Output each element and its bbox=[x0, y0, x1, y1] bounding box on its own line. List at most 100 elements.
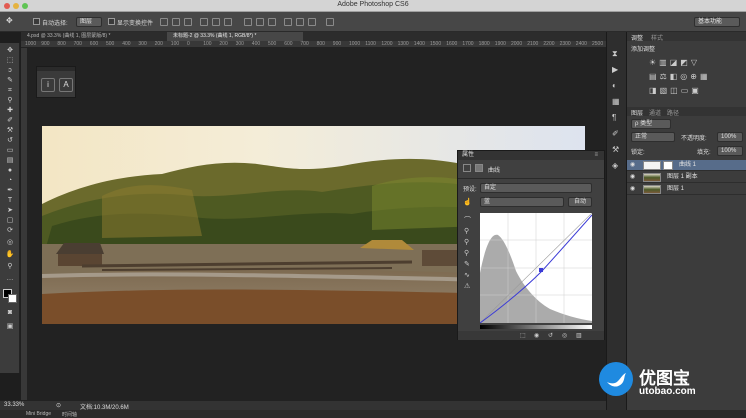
delete-adjustment-icon[interactable]: ▥ bbox=[576, 332, 582, 339]
preset-dropdown[interactable]: 自定 bbox=[480, 183, 592, 193]
distribute-hcenter-icon[interactable] bbox=[296, 18, 304, 26]
pen-tool-icon[interactable]: ✒ bbox=[5, 187, 15, 194]
tab-4-psd[interactable]: 4.psd @ 33.3% (曲线 1, 图层蒙版/8) * bbox=[21, 32, 147, 41]
exposure-icon[interactable]: ◩ bbox=[680, 58, 691, 67]
layer-row-copy[interactable]: ◉ 图层 1 副本 bbox=[627, 172, 746, 183]
eyedropper-tool-icon[interactable]: ⚲ bbox=[5, 97, 15, 104]
eye-icon[interactable]: ◉ bbox=[630, 162, 637, 169]
color-panel-icon[interactable]: ◐ bbox=[612, 78, 620, 94]
curves-icon[interactable]: ◪ bbox=[670, 58, 681, 67]
distribute-left-icon[interactable] bbox=[284, 18, 292, 26]
layer-filter-dropdown[interactable]: ρ 类型 bbox=[631, 119, 671, 129]
view-previous-icon[interactable]: ◉ bbox=[534, 332, 539, 339]
tab-paths[interactable]: 路径 bbox=[667, 108, 679, 117]
eraser-tool-icon[interactable]: ▭ bbox=[5, 147, 15, 154]
distribute-vcenter-icon[interactable] bbox=[256, 18, 264, 26]
background-color-swatch[interactable] bbox=[8, 294, 17, 303]
auto-align-icon[interactable] bbox=[326, 18, 334, 26]
pencil-draw-icon[interactable]: ✎ bbox=[464, 259, 471, 270]
hue-sat-icon[interactable]: ▤ bbox=[649, 72, 660, 81]
levels-icon[interactable]: ▥ bbox=[659, 58, 670, 67]
threshold-icon[interactable]: ◫ bbox=[670, 86, 681, 95]
auto-button[interactable]: 自动 bbox=[568, 197, 592, 207]
color-lookup-icon[interactable]: ▦ bbox=[700, 72, 711, 81]
invert-icon[interactable]: ◨ bbox=[649, 86, 660, 95]
distribute-right-icon[interactable] bbox=[308, 18, 316, 26]
auto-select-checkbox[interactable] bbox=[33, 18, 40, 25]
selective-color-icon[interactable]: ▣ bbox=[691, 86, 702, 95]
align-top-icon[interactable] bbox=[160, 18, 168, 26]
history-brush-tool-icon[interactable]: ↺ bbox=[5, 137, 15, 144]
tab-layers[interactable]: 图层 bbox=[631, 108, 643, 117]
channel-mixer-icon[interactable]: ⊕ bbox=[690, 72, 700, 81]
gradient-tool-icon[interactable]: ▤ bbox=[5, 157, 15, 164]
align-vcenter-icon[interactable] bbox=[172, 18, 180, 26]
3d-panel-icon[interactable]: ◈ bbox=[612, 158, 620, 174]
gradient-map-icon[interactable]: ▭ bbox=[681, 86, 692, 95]
shape-tool-icon[interactable]: ▢ bbox=[5, 217, 15, 224]
eye-icon[interactable]: ◉ bbox=[630, 186, 637, 193]
clone-stamp-tool-icon[interactable]: ⚒ bbox=[5, 127, 15, 134]
blur-tool-icon[interactable]: ● bbox=[5, 167, 15, 174]
3d-rotate-tool-icon[interactable]: ⟳ bbox=[5, 227, 15, 234]
layer-mask-icon[interactable] bbox=[475, 164, 483, 172]
crop-tool-icon[interactable]: ⌗ bbox=[5, 87, 15, 94]
quick-mask-icon[interactable]: ◙ bbox=[5, 309, 15, 316]
edit-toolbar-icon[interactable]: … bbox=[5, 275, 15, 282]
paragraph-panel-icon[interactable]: ¶ bbox=[612, 110, 620, 126]
quick-select-tool-icon[interactable]: ✎ bbox=[5, 77, 15, 84]
align-left-icon[interactable] bbox=[200, 18, 208, 26]
black-white-icon[interactable]: ◧ bbox=[670, 72, 681, 81]
clip-warning-icon[interactable]: ⚠ bbox=[464, 281, 471, 292]
dodge-tool-icon[interactable]: ◔ bbox=[5, 177, 15, 184]
white-point-eyedropper-icon[interactable]: ⚲ bbox=[464, 248, 471, 259]
align-hcenter-icon[interactable] bbox=[212, 18, 220, 26]
layer-mask-thumbnail[interactable] bbox=[663, 161, 673, 170]
layer-row-curves[interactable]: ◉ 曲线 1 bbox=[627, 160, 746, 171]
color-balance-icon[interactable]: ⚖ bbox=[660, 72, 670, 81]
black-point-eyedropper-icon[interactable]: ⚲ bbox=[464, 226, 471, 237]
tab-channels[interactable]: 通道 bbox=[649, 108, 661, 117]
vibrance-icon[interactable]: ▽ bbox=[691, 58, 700, 67]
distribute-bottom-icon[interactable] bbox=[268, 18, 276, 26]
tab-adjustments[interactable]: 调整 bbox=[631, 33, 643, 42]
fill-field[interactable]: 100% bbox=[717, 146, 743, 156]
tab-mini-bridge[interactable]: Mini Bridge bbox=[26, 411, 51, 417]
clone-source-panel-icon[interactable]: ⚒ bbox=[612, 142, 620, 158]
lasso-tool-icon[interactable]: ↄ bbox=[5, 67, 15, 74]
brightness-icon[interactable]: ☀ bbox=[649, 58, 659, 67]
distribute-top-icon[interactable] bbox=[244, 18, 252, 26]
align-right-icon[interactable] bbox=[224, 18, 232, 26]
properties-header[interactable]: 属性 ≡ bbox=[458, 151, 604, 160]
brush-tool-icon[interactable]: ✐ bbox=[5, 117, 15, 124]
path-select-tool-icon[interactable]: ➤ bbox=[5, 207, 15, 214]
auto-select-dropdown[interactable]: 图层 bbox=[76, 17, 102, 27]
posterize-icon[interactable]: ▧ bbox=[660, 86, 671, 95]
curve-point-tool-icon[interactable]: ⌒ bbox=[464, 215, 471, 226]
smooth-curve-icon[interactable]: ∿ bbox=[464, 270, 471, 281]
3d-camera-tool-icon[interactable]: ◎ bbox=[5, 239, 15, 246]
workspace-dropdown[interactable]: 基本功能 bbox=[694, 17, 740, 27]
hand-tool-icon[interactable]: ✋ bbox=[5, 251, 15, 258]
blend-mode-dropdown[interactable]: 正常 bbox=[631, 132, 675, 142]
opacity-field[interactable]: 100% bbox=[717, 132, 743, 142]
history-panel-icon[interactable]: ⧗ bbox=[612, 46, 620, 62]
healing-brush-tool-icon[interactable]: ✚ bbox=[5, 107, 15, 114]
reset-icon[interactable]: ↺ bbox=[548, 332, 553, 339]
type-tool-icon[interactable]: T bbox=[5, 197, 15, 204]
layer-row-base[interactable]: ◉ 图层 1 bbox=[627, 184, 746, 195]
brush-panel-icon[interactable]: ✐ bbox=[612, 126, 620, 142]
gray-point-eyedropper-icon[interactable]: ⚲ bbox=[464, 237, 471, 248]
move-tool-icon[interactable]: ✥ bbox=[5, 47, 15, 54]
visibility-icon[interactable]: ◎ bbox=[562, 332, 567, 339]
tab-timeline[interactable]: 时间轴 bbox=[62, 411, 77, 418]
curves-graph[interactable] bbox=[480, 213, 592, 323]
zoom-level[interactable]: 33.33% bbox=[4, 402, 24, 408]
swatches-panel-icon[interactable]: ▦ bbox=[612, 94, 620, 110]
panel-menu-icon[interactable]: ≡ bbox=[594, 151, 598, 160]
align-bottom-icon[interactable] bbox=[184, 18, 192, 26]
character-panel-icon[interactable]: A bbox=[59, 78, 73, 92]
tab-styles[interactable]: 样式 bbox=[651, 33, 663, 42]
photo-filter-icon[interactable]: ◎ bbox=[680, 72, 690, 81]
show-transform-checkbox[interactable] bbox=[108, 18, 115, 25]
